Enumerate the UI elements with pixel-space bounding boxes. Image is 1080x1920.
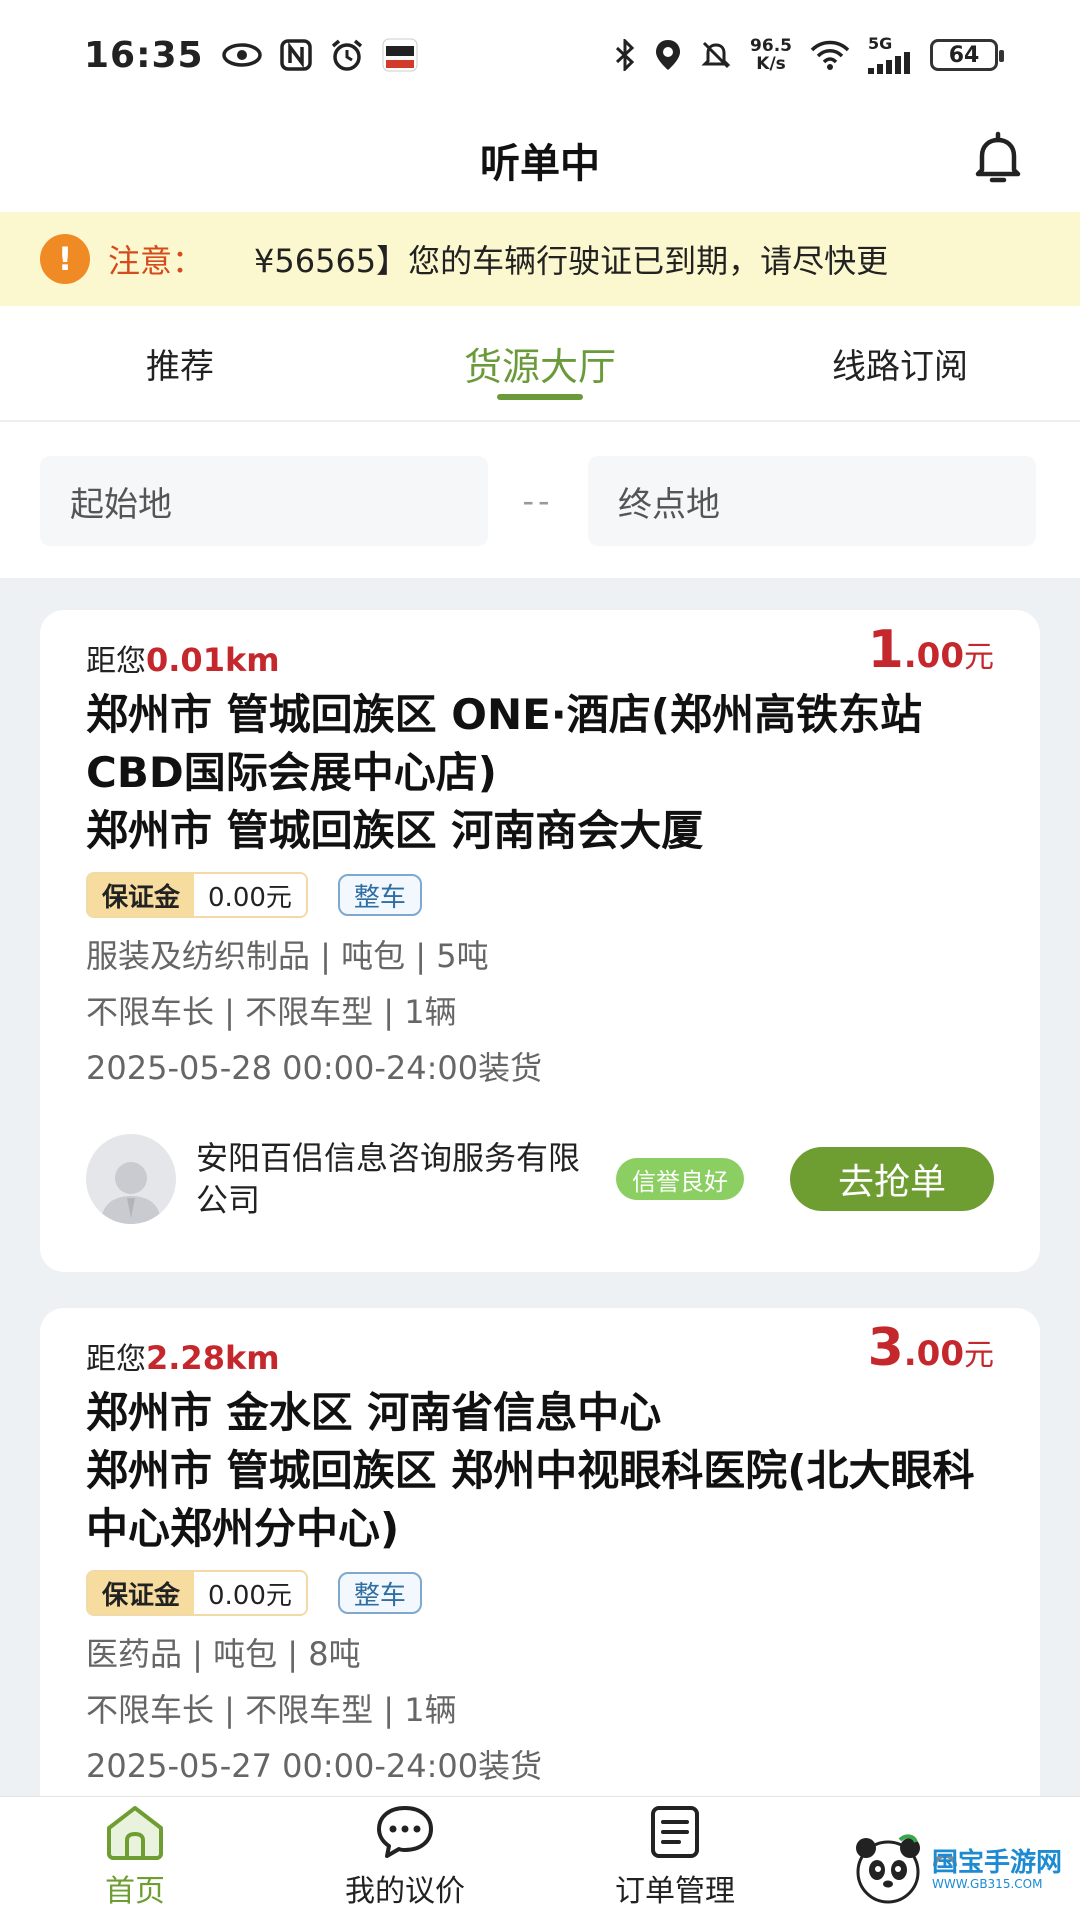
bluetooth-icon: [614, 39, 636, 71]
order-list: 距您0.01km 1.00元 郑州市 管城回族区 ONE·酒店(郑州高铁东站CB…: [0, 578, 1080, 1796]
notice-bar[interactable]: ! 注意： ¥56565】您的车辆行驶证已到期，请尽快更: [0, 212, 1080, 306]
bottom-nav: 首页 我的议价 订单管理 国宝手游网 WWW.GB315.COM: [0, 1796, 1080, 1920]
deposit-label: 保证金: [88, 1572, 195, 1614]
price-integer: 1: [867, 620, 904, 680]
status-bar: 16:35 96.5 K/s 5G 64: [0, 0, 1080, 110]
battery-indicator: 64: [930, 39, 1004, 71]
deposit-label: 保证金: [88, 874, 195, 916]
nav-home[interactable]: 首页: [0, 1797, 270, 1920]
watermark-text: 国宝手游网: [931, 1848, 1062, 1878]
network-speed: 96.5 K/s: [750, 37, 792, 73]
alarm-icon: [330, 38, 364, 72]
nfc-icon: [279, 39, 312, 71]
vehicle-requirement: 不限车长 | 不限车型 | 1辆: [86, 993, 457, 1031]
distance-prefix: 距您: [86, 1342, 146, 1377]
credit-badge: 信誉良好: [616, 1158, 744, 1200]
nav-my-quotes[interactable]: 我的议价: [270, 1797, 540, 1920]
to-address: 郑州市 管城回族区 河南商会大厦: [86, 806, 704, 855]
price-decimal: .00: [903, 1334, 964, 1374]
nav-order-management[interactable]: 订单管理: [540, 1797, 810, 1920]
distance-value: 0.01km: [146, 641, 280, 679]
app-notification-icon: [382, 38, 418, 72]
tab-cargo-hall[interactable]: 货源大厅: [360, 306, 720, 420]
from-address: 郑州市 金水区 河南省信息中心: [86, 1388, 662, 1437]
grab-order-button[interactable]: 去抢单: [790, 1147, 994, 1211]
loading-time: 2025-05-28 00:00-24:00装货: [86, 1049, 543, 1087]
distance-prefix: 距您: [86, 644, 146, 679]
route-search: 起始地 -- 终点地: [0, 424, 1080, 578]
route-separator: --: [522, 482, 554, 520]
warning-icon: !: [40, 234, 90, 284]
to-address: 郑州市 管城回族区 郑州中视眼科医院(北大眼科中心郑州分中心): [86, 1446, 975, 1553]
price-unit: 元: [964, 640, 994, 675]
destination-input[interactable]: 终点地: [588, 456, 1036, 546]
vehicle-requirement: 不限车长 | 不限车型 | 1辆: [86, 1691, 457, 1729]
order-icon: [651, 1806, 699, 1858]
distance-value: 2.28km: [146, 1339, 280, 1377]
from-address: 郑州市 管城回族区 ONE·酒店(郑州高铁东站CBD国际会展中心店): [86, 690, 922, 797]
order-card[interactable]: 距您2.28km 3.00元 郑州市 金水区 河南省信息中心 郑州市 管城回族区…: [40, 1308, 1040, 1796]
distance: 距您0.01km: [86, 636, 280, 680]
location-icon: [654, 38, 682, 72]
price-decimal: .00: [903, 636, 964, 676]
tab-recommend[interactable]: 推荐: [0, 306, 360, 420]
notice-text: ¥56565】您的车辆行驶证已到期，请尽快更: [254, 242, 889, 280]
signal-icon: 5G: [868, 36, 912, 74]
tab-bar: 推荐 货源大厅 线路订阅: [0, 306, 1080, 422]
deposit-value: 0.00元: [194, 874, 306, 916]
price: 3.00元: [868, 1318, 994, 1378]
status-time: 16:35: [84, 34, 204, 76]
tab-route-subscription[interactable]: 线路订阅: [720, 306, 1080, 420]
bell-icon[interactable]: [968, 128, 1028, 188]
avatar: [86, 1134, 176, 1224]
price: 1.00元: [868, 620, 994, 680]
watermark: 国宝手游网 WWW.GB315.COM: [850, 1832, 1062, 1908]
cargo-info: 医药品 | 吨包 | 8吨: [86, 1635, 361, 1673]
home-icon: [107, 1806, 163, 1860]
company-name: 安阳百侣信息咨询服务有限公司: [196, 1139, 581, 1219]
vehicle-type-tag: 整车: [337, 1572, 422, 1614]
distance: 距您2.28km: [86, 1334, 280, 1378]
origin-input[interactable]: 起始地: [40, 456, 488, 546]
notice-label: 注意：: [108, 242, 205, 280]
panda-logo-icon: [855, 1834, 920, 1904]
speed-unit: K/s: [756, 54, 786, 74]
nav-home-label: 首页: [105, 1874, 165, 1909]
nav-order-management-label: 订单管理: [615, 1874, 735, 1909]
chat-icon: [377, 1806, 433, 1858]
eye-icon: [221, 42, 262, 68]
price-unit: 元: [964, 1338, 994, 1373]
wifi-icon: [810, 40, 850, 70]
page-title: 听单中: [480, 141, 600, 187]
user-icon: [101, 1162, 161, 1224]
mute-icon: [700, 39, 732, 71]
deposit-badge: 保证金 0.00元: [86, 1570, 308, 1616]
speed-value: 96.5: [750, 36, 792, 56]
order-card[interactable]: 距您0.01km 1.00元 郑州市 管城回族区 ONE·酒店(郑州高铁东站CB…: [40, 610, 1040, 1272]
vehicle-type-tag: 整车: [337, 874, 422, 916]
price-integer: 3: [867, 1318, 904, 1378]
watermark-url: WWW.GB315.COM: [931, 1877, 1043, 1891]
cargo-info: 服装及纺织制品 | 吨包 | 5吨: [86, 937, 489, 975]
nav-my-quotes-label: 我的议价: [345, 1874, 465, 1909]
deposit-badge: 保证金 0.00元: [86, 872, 308, 918]
network-type: 5G: [868, 34, 893, 53]
app-header: 听单中: [0, 110, 1080, 210]
deposit-value: 0.00元: [194, 1572, 306, 1614]
loading-time: 2025-05-27 00:00-24:00装货: [86, 1747, 543, 1785]
